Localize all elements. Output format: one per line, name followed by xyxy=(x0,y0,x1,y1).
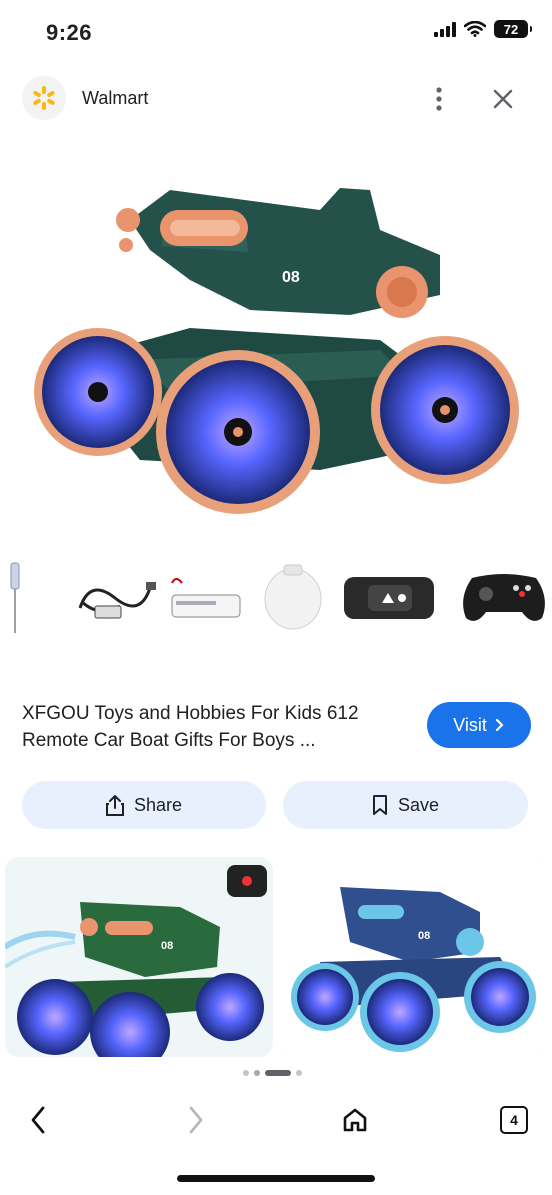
tabs-count: 4 xyxy=(500,1106,528,1134)
save-label: Save xyxy=(397,794,440,815)
thumbnail-battery[interactable] xyxy=(166,558,244,638)
wifi-icon xyxy=(464,21,486,37)
gamepad-icon xyxy=(463,574,545,621)
back-button[interactable] xyxy=(16,1098,60,1142)
carousel-dot xyxy=(254,1070,260,1076)
home-icon xyxy=(343,1108,367,1132)
related-image-green-tank[interactable]: 08 xyxy=(5,857,273,1057)
share-icon xyxy=(105,795,124,816)
related-image-blue-tank[interactable]: 08 xyxy=(280,857,546,1057)
share-label: Share xyxy=(133,794,183,815)
more-vertical-icon xyxy=(436,87,442,111)
battery-pack-icon xyxy=(171,578,241,618)
forward-button[interactable] xyxy=(174,1098,218,1142)
home-button[interactable] xyxy=(333,1098,377,1142)
product-title[interactable]: XFGOU Toys and Hobbies For Kids 612 Remo… xyxy=(22,700,412,754)
carousel-indicator xyxy=(243,1070,302,1076)
status-time: 9:26 xyxy=(46,20,93,45)
chevron-right-icon xyxy=(189,1106,203,1134)
carousel-dot xyxy=(243,1070,249,1076)
product-image[interactable]: 08 xyxy=(20,160,532,540)
visit-button[interactable]: Visit xyxy=(427,702,531,748)
hero-badge: 08 xyxy=(282,269,300,286)
browser-toolbar: 4 xyxy=(0,1090,552,1150)
watch-remote-icon xyxy=(344,577,434,619)
rc-tank-illustration: 08 xyxy=(34,188,519,514)
water-bomb-icon xyxy=(264,564,322,630)
home-indicator xyxy=(177,1175,375,1182)
signal-icon xyxy=(434,21,456,37)
close-button[interactable] xyxy=(488,84,518,114)
walmart-spark-icon xyxy=(33,86,55,110)
carousel-dot xyxy=(296,1070,302,1076)
screwdriver-icon xyxy=(10,562,20,633)
tabs-button[interactable]: 4 xyxy=(492,1098,536,1142)
save-button[interactable]: Save xyxy=(283,781,528,829)
walmart-logo[interactable] xyxy=(22,76,66,120)
bookmark-icon xyxy=(372,795,387,815)
accessory-thumbnails xyxy=(0,558,552,638)
more-options-button[interactable] xyxy=(424,84,454,114)
thumbnail-screwdriver[interactable] xyxy=(6,558,24,638)
share-button[interactable]: Share xyxy=(22,781,266,829)
related-left-badge: 08 xyxy=(161,940,173,952)
close-icon xyxy=(493,89,513,109)
carousel-dot-active xyxy=(265,1070,291,1076)
chevron-left-icon xyxy=(31,1106,45,1134)
source-header: Walmart xyxy=(0,72,552,126)
thumbnail-water-bomb[interactable] xyxy=(262,558,324,638)
green-tank-illustration: 08 xyxy=(5,857,273,1057)
thumbnail-watch-remote[interactable] xyxy=(340,558,438,638)
battery-icon: 72 xyxy=(494,20,532,38)
thumbnail-usb-cable[interactable] xyxy=(70,558,160,638)
thumbnail-gamepad[interactable] xyxy=(458,558,550,638)
chevron-right-icon xyxy=(495,718,504,732)
status-bar: 9:26 72 xyxy=(0,0,552,66)
visit-label: Visit xyxy=(453,714,487,735)
blue-tank-illustration: 08 xyxy=(280,857,546,1057)
related-right-badge: 08 xyxy=(418,930,430,942)
site-name[interactable]: Walmart xyxy=(82,88,148,109)
usb-cable-icon xyxy=(78,582,156,619)
status-icons: 72 xyxy=(434,20,532,38)
